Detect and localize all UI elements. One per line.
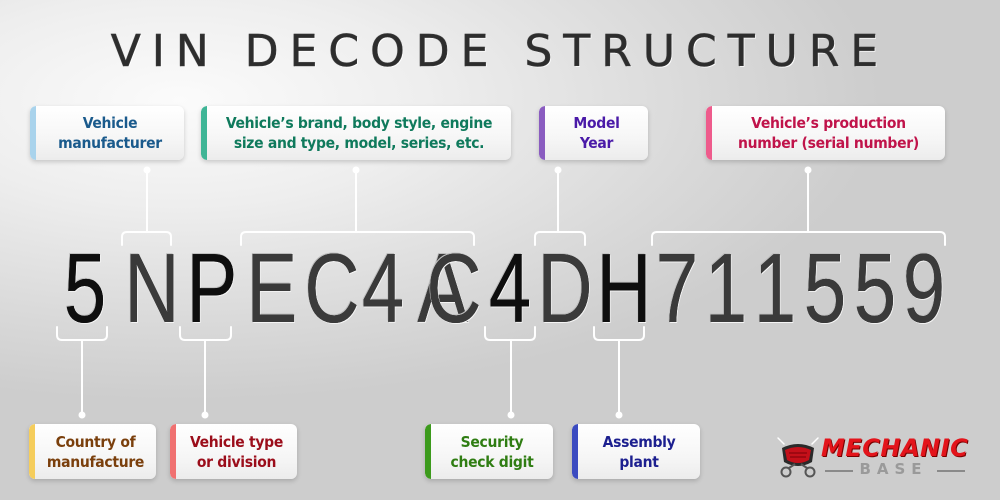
label-model-year: Model Year (539, 106, 648, 160)
dot-descriptor (352, 166, 360, 174)
dot-vehicle-type (201, 411, 209, 419)
label-vehicle-descriptor: Vehicle’s brand, body style, engine size… (201, 106, 511, 160)
vin-char-1: 5 (63, 233, 107, 343)
label-vehicle-manufacturer: Vehicle manufacturer (30, 106, 184, 160)
vin-char-13: 1 (704, 233, 748, 343)
vin-char-8: C (426, 233, 482, 343)
robot-head-icon (777, 437, 819, 478)
logo-wordmark: MECHANIC (821, 434, 969, 462)
vin-char-14: 1 (753, 233, 797, 343)
vin-char-3: P (186, 233, 238, 343)
accent-bar (29, 424, 35, 479)
label-assembly-plant: Assembly plant (572, 424, 700, 479)
accent-bar (425, 424, 431, 479)
vin-char-12: 7 (655, 233, 699, 343)
dot-check-digit (507, 411, 515, 419)
label-text: Security check digit (450, 432, 534, 471)
vin-char-9: 4 (488, 233, 532, 343)
label-text: Vehicle type or division (189, 432, 284, 471)
label-vehicle-type: Vehicle type or division (170, 424, 297, 479)
vin-char-5: C (304, 233, 360, 343)
dot-serial (804, 166, 812, 174)
label-text: Vehicle’s brand, body style, engine size… (225, 114, 493, 152)
label-text: Vehicle’s production number (serial numb… (738, 114, 919, 152)
accent-bar (30, 106, 36, 160)
accent-bar (539, 106, 545, 160)
label-country-of-manufacture: Country of manufacture (29, 424, 156, 479)
vin-char-2: N (124, 233, 180, 343)
dot-manufacturer (143, 166, 151, 174)
label-security-check-digit: Security check digit (425, 424, 553, 479)
mechanic-base-logo: MECHANIC BASE (775, 432, 975, 482)
dot-model-year (554, 166, 562, 174)
accent-bar (170, 424, 176, 479)
label-text: Vehicle manufacturer (58, 114, 162, 152)
dot-assembly-plant (615, 411, 623, 419)
vin-infographic: VIN DECODE STRUCTURE Vehicle manufacture… (0, 0, 1000, 500)
logo-subtitle: BASE (859, 460, 928, 478)
label-text: Assembly plant (602, 432, 676, 471)
vin-char-4: E (246, 233, 298, 343)
vin-char-11: H (596, 233, 652, 343)
vin-char-10: D (537, 233, 593, 343)
label-serial-number: Vehicle’s production number (serial numb… (706, 106, 945, 160)
label-text: Country of manufacture (46, 432, 145, 471)
dot-country (78, 411, 86, 419)
vin-char-15: 5 (803, 233, 847, 343)
vin-char-6: 4 (361, 233, 405, 343)
accent-bar (572, 424, 578, 479)
vin-char-17: 9 (902, 233, 946, 343)
label-text: Model Year (573, 114, 620, 152)
accent-bar (201, 106, 207, 160)
logo-divider-right (937, 470, 965, 472)
vin-char-16: 5 (853, 233, 897, 343)
accent-bar (706, 106, 712, 160)
